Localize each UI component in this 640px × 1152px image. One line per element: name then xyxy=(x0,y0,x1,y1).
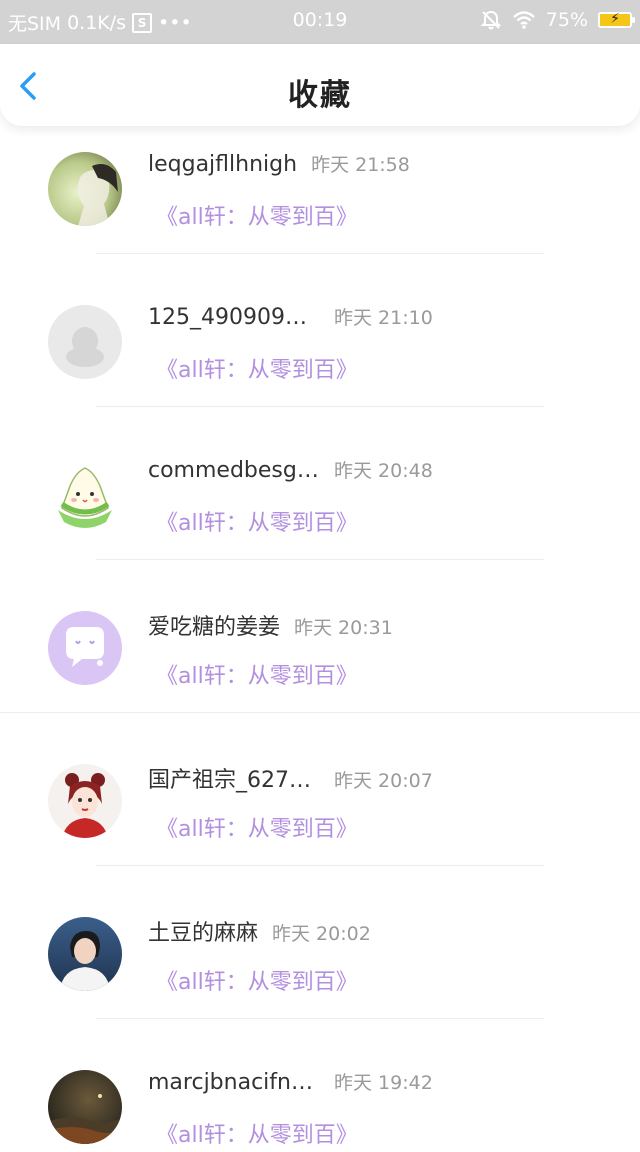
name-row: marcjbnacifnobs 昨天 19:42 xyxy=(148,1068,433,1095)
avatar[interactable] xyxy=(48,152,122,226)
name-row: leqgajfllhnigh 昨天 21:58 xyxy=(148,150,410,177)
name-row: 爱吃糖的姜姜 昨天 20:31 xyxy=(148,609,393,641)
timestamp: 昨天 21:58 xyxy=(311,154,410,176)
username[interactable]: 125_4909090540… xyxy=(148,305,320,330)
divider xyxy=(96,1018,544,1019)
username[interactable]: 爱吃糖的姜姜 xyxy=(148,609,280,641)
wifi-icon xyxy=(512,11,535,29)
username[interactable]: 土豆的麻麻 xyxy=(148,915,258,947)
mute-bell-icon xyxy=(480,10,502,30)
timestamp: 昨天 20:02 xyxy=(272,923,371,945)
status-right: 75% ⚡ xyxy=(480,9,635,31)
work-title-link[interactable]: 《all轩：从零到百》 xyxy=(156,199,358,231)
name-row: 125_4909090540… 昨天 21:10 xyxy=(148,303,433,330)
list-item[interactable]: 国产祖宗_62754… 昨天 20:07 《all轩：从零到百》 xyxy=(0,738,640,891)
navigation-header: 收藏 xyxy=(0,44,640,126)
battery-percent: 75% xyxy=(545,9,588,31)
battery-icon: ⚡ xyxy=(598,11,635,28)
list-item[interactable]: marcjbnacifnobs 昨天 19:42 《all轩：从零到百》 xyxy=(0,1044,640,1152)
avatar[interactable] xyxy=(48,917,122,991)
divider xyxy=(0,712,640,713)
name-row: 国产祖宗_62754… 昨天 20:07 xyxy=(148,762,433,794)
avatar[interactable] xyxy=(48,305,122,379)
avatar[interactable] xyxy=(48,611,122,685)
list-item[interactable]: commedbesgarc… 昨天 20:48 《all轩：从零到百》 xyxy=(0,432,640,585)
work-title-link[interactable]: 《all轩：从零到百》 xyxy=(156,811,358,843)
work-title-link[interactable]: 《all轩：从零到百》 xyxy=(156,964,358,996)
username[interactable]: leqgajfllhnigh xyxy=(148,152,297,177)
timestamp: 昨天 21:10 xyxy=(334,307,433,329)
divider xyxy=(96,865,544,866)
timestamp: 昨天 20:31 xyxy=(294,617,393,639)
timestamp: 昨天 19:42 xyxy=(334,1072,433,1094)
work-title-link[interactable]: 《all轩：从零到百》 xyxy=(156,352,358,384)
divider xyxy=(96,253,544,254)
avatar[interactable] xyxy=(48,764,122,838)
list-item[interactable]: 土豆的麻麻 昨天 20:02 《all轩：从零到百》 xyxy=(0,891,640,1044)
name-row: commedbesgarc… 昨天 20:48 xyxy=(148,456,433,483)
divider xyxy=(96,406,544,407)
avatar[interactable] xyxy=(48,1070,122,1144)
status-bar: 无SIM 0.1K/s S ••• 00:19 75% ⚡ xyxy=(0,0,640,44)
charging-icon: ⚡ xyxy=(610,11,620,27)
favorites-list[interactable]: leqgajfllhnigh 昨天 21:58 《all轩：从零到百》 125_… xyxy=(0,126,640,1152)
username[interactable]: 国产祖宗_62754… xyxy=(148,762,320,794)
page-title: 收藏 xyxy=(288,78,352,113)
username[interactable]: marcjbnacifnobs xyxy=(148,1070,320,1095)
work-title-link[interactable]: 《all轩：从零到百》 xyxy=(156,505,358,537)
work-title-link[interactable]: 《all轩：从零到百》 xyxy=(156,658,358,690)
list-item[interactable]: 125_4909090540… 昨天 21:10 《all轩：从零到百》 xyxy=(0,279,640,432)
timestamp: 昨天 20:07 xyxy=(334,770,433,792)
avatar[interactable] xyxy=(48,458,122,532)
work-title-link[interactable]: 《all轩：从零到百》 xyxy=(156,1117,358,1149)
list-item[interactable]: leqgajfllhnigh 昨天 21:58 《all轩：从零到百》 xyxy=(0,126,640,279)
list-item[interactable]: 爱吃糖的姜姜 昨天 20:31 《all轩：从零到百》 xyxy=(0,585,640,738)
username[interactable]: commedbesgarc… xyxy=(148,458,320,483)
name-row: 土豆的麻麻 昨天 20:02 xyxy=(148,915,371,947)
timestamp: 昨天 20:48 xyxy=(334,460,433,482)
divider xyxy=(96,559,544,560)
